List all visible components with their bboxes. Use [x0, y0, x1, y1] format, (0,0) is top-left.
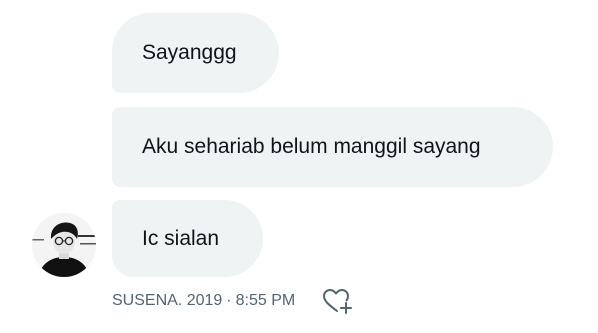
message-text: Aku sehariab belum manggil sayang	[142, 135, 481, 158]
message-bubble[interactable]: Sayanggg	[112, 13, 279, 93]
meta-separator: ·	[226, 292, 232, 309]
message-bubble[interactable]: Ic sialan	[112, 200, 263, 277]
message-text: Ic sialan	[142, 226, 220, 250]
sender-name: SUSENA. 2019	[112, 292, 223, 309]
message-meta: SUSENA. 2019 · 8:55 PM	[112, 290, 295, 312]
message-bubble[interactable]: Aku sehariab belum manggil sayang	[112, 107, 553, 187]
heart-plus-icon	[323, 289, 352, 314]
avatar-image	[32, 213, 96, 277]
message-time: 8:55 PM	[235, 292, 296, 309]
avatar[interactable]	[32, 213, 96, 277]
message-text: Sayanggg	[142, 41, 237, 64]
add-reaction-button[interactable]	[320, 286, 356, 316]
